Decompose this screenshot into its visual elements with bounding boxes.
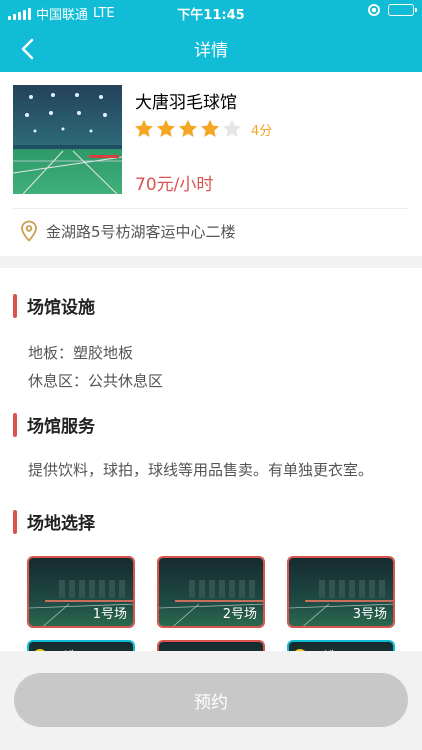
floor-info: 地板：塑胶地板: [28, 344, 134, 362]
section-marker: [13, 509, 17, 534]
status-right: [368, 4, 417, 16]
court-label: 3号场: [352, 607, 387, 622]
court-label: 2号场: [222, 607, 257, 622]
address-row[interactable]: 金湖路5号枋湖客运中心二楼: [20, 220, 236, 242]
facilities-title: 场馆设施: [27, 298, 95, 318]
star-filled-icon: [157, 119, 175, 137]
venue-name: 大唐羽毛球馆: [135, 93, 237, 113]
star-filled-icon: [179, 119, 197, 137]
star-empty-icon: [223, 119, 241, 137]
court-label: 1号场: [92, 607, 127, 622]
divider: [13, 208, 409, 209]
venue-photo: [13, 85, 122, 194]
facilities-heading: 场馆设施: [13, 293, 95, 318]
bottom-bar: 预约: [0, 651, 422, 750]
star-filled-icon: [135, 119, 153, 137]
book-button[interactable]: 预约: [14, 673, 408, 727]
section-marker: [13, 293, 17, 318]
section-marker: [13, 412, 17, 437]
price-label: 70元/小时: [135, 175, 214, 195]
rating-score: 4分: [251, 123, 273, 139]
address-text: 金湖路5号枋湖客运中心二楼: [46, 222, 236, 241]
status-time: 下午11:45: [177, 8, 245, 23]
courts-title: 场地选择: [27, 514, 95, 534]
nav-bar: 详情: [0, 24, 422, 72]
services-text: 提供饮料，球拍，球线等用品售卖。有单独更衣室。: [28, 461, 374, 479]
star-filled-icon: [201, 119, 219, 137]
services-title: 场馆服务: [27, 417, 95, 437]
location-pin-icon: [21, 220, 37, 242]
services-heading: 场馆服务: [13, 412, 95, 437]
court-card-2[interactable]: 2号场: [157, 556, 265, 628]
court-card-1[interactable]: 1号场: [27, 556, 135, 628]
status-bar: 中国联通 LTE 下午11:45: [0, 0, 422, 24]
battery-icon: [388, 4, 417, 16]
orientation-lock-icon: [368, 4, 380, 16]
venue-card: 大唐羽毛球馆 4分 70元/小时 金湖路5号枋湖客运中心二楼: [0, 72, 422, 256]
rest-area-info: 休息区：公共休息区: [28, 372, 164, 390]
court-card-3[interactable]: 3号场: [287, 556, 395, 628]
courts-heading: 场地选择: [13, 509, 95, 534]
rating-stars: 4分: [133, 118, 272, 140]
page-title: 详情: [194, 41, 228, 61]
